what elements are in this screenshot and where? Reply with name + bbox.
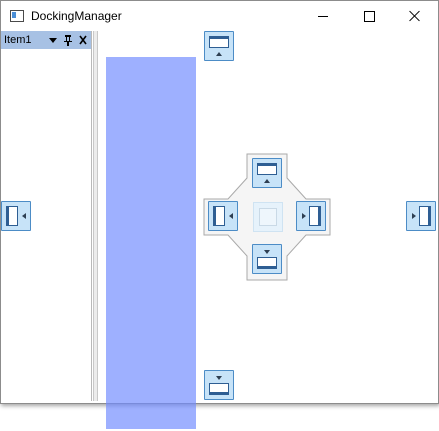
dock-inner-right-icon[interactable] [296, 201, 326, 231]
pane-header[interactable]: Item1 [1, 31, 91, 49]
dock-top-icon[interactable] [204, 31, 234, 61]
pin-icon[interactable] [62, 33, 74, 52]
dock-inner-left-icon[interactable] [208, 201, 238, 231]
pane-title: Item1 [4, 34, 32, 46]
dock-bottom-icon[interactable] [204, 370, 234, 400]
close-icon [409, 10, 421, 22]
pane-splitter[interactable] [93, 31, 98, 401]
minimize-icon [318, 15, 328, 17]
window-title: DockingManager [31, 9, 122, 23]
pane-menu-icon[interactable] [47, 33, 59, 52]
dock-right-icon[interactable] [406, 201, 436, 231]
dock-inner-top-icon[interactable] [252, 158, 282, 188]
app-icon [10, 10, 24, 22]
dock-center-icon[interactable] [253, 202, 283, 232]
dock-inner-bottom-icon[interactable] [252, 244, 282, 274]
title-bar[interactable]: DockingManager [1, 1, 438, 31]
dock-preview-area [106, 57, 196, 429]
pane-close-icon[interactable] [77, 33, 89, 52]
close-button[interactable] [392, 1, 438, 31]
minimize-button[interactable] [300, 1, 346, 31]
dock-left-icon[interactable] [1, 201, 31, 231]
maximize-button[interactable] [346, 1, 392, 31]
maximize-icon [363, 10, 375, 22]
